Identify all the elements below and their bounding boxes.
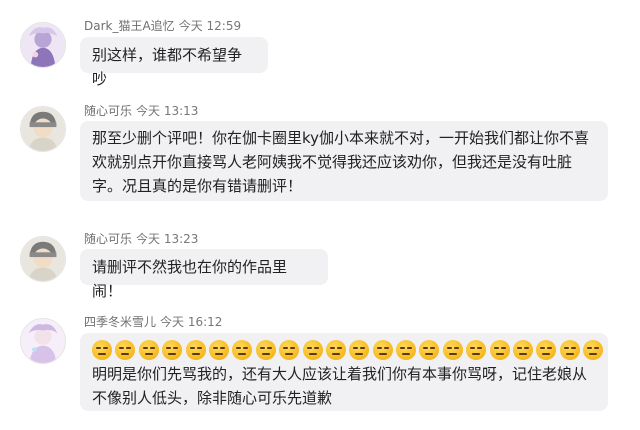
sender-name[interactable]: 四季冬米雪儿 bbox=[84, 315, 156, 329]
avatar[interactable] bbox=[20, 22, 66, 68]
sender-name[interactable]: 随心可乐 bbox=[84, 232, 132, 246]
message-line: 明明是你们先骂我的，还有大人应该让着我们你有本事你骂呀，记住老娘从 bbox=[92, 365, 588, 383]
comment-meta: 随心可乐 今天 13:23 bbox=[84, 230, 198, 247]
unamused-face-emoji bbox=[92, 340, 112, 360]
unamused-face-emoji bbox=[255, 340, 276, 360]
sender-name[interactable]: Dark_猫王A追忆 bbox=[84, 19, 175, 33]
unamused-face-emoji bbox=[349, 340, 370, 360]
timestamp: 今天 13:13 bbox=[136, 104, 199, 118]
unamused-face-emoji bbox=[162, 340, 183, 360]
unamused-face-emoji bbox=[302, 340, 323, 360]
emoji-row bbox=[92, 338, 604, 362]
unamused-face-emoji bbox=[396, 340, 417, 360]
sender-name[interactable]: 随心可乐 bbox=[84, 104, 132, 118]
unamused-face-emoji bbox=[185, 340, 206, 360]
unamused-face-emoji bbox=[513, 340, 534, 360]
unamused-face-emoji bbox=[232, 340, 253, 360]
timestamp: 今天 12:59 bbox=[178, 19, 242, 33]
message-line: 不像别人低头，除非随心可乐先道歉 bbox=[92, 389, 333, 407]
unamused-face-emoji bbox=[208, 340, 229, 360]
unamused-face-emoji bbox=[138, 340, 159, 360]
timestamp: 今天 13:23 bbox=[136, 232, 199, 246]
unamused-face-emoji bbox=[279, 340, 300, 360]
unamused-face-emoji bbox=[583, 340, 604, 360]
avatar[interactable] bbox=[20, 236, 66, 282]
unamused-face-emoji bbox=[466, 340, 487, 360]
unamused-face-emoji bbox=[536, 340, 557, 360]
message-bubble: 那至少删个评吧！你在伽卡圈里ky伽小本来就不对，一开始我们都让你不喜 欢就别点开… bbox=[80, 121, 608, 201]
comment-meta: Dark_猫王A追忆 今天 12:59 bbox=[84, 17, 241, 34]
avatar[interactable] bbox=[20, 318, 66, 364]
message-bubble: 别这样，谁都不希望争吵 bbox=[80, 37, 268, 88]
unamused-face-emoji bbox=[442, 340, 463, 360]
message-line: 别这样，谁都不希望争吵 bbox=[92, 46, 243, 88]
unamused-face-emoji bbox=[115, 340, 136, 360]
message-line: 那至少删个评吧！你在伽卡圈里ky伽小本来就不对，一开始我们都让你不喜 bbox=[92, 129, 590, 147]
comment-meta: 四季冬米雪儿 今天 16:12 bbox=[84, 313, 222, 330]
message-line: 欢就别点开你直接骂人老阿姨我不觉得我还应该劝你，但我还是没有吐脏 bbox=[92, 153, 573, 171]
unamused-face-emoji bbox=[489, 340, 510, 360]
timestamp: 今天 16:12 bbox=[160, 315, 223, 329]
message-bubble: 明明是你们先骂我的，还有大人应该让着我们你有本事你骂呀，记住老娘从 不像别人低头… bbox=[80, 333, 608, 411]
avatar[interactable] bbox=[20, 106, 66, 152]
message-line: 请删评不然我也在你的作品里闹！ bbox=[92, 258, 288, 300]
message-line: 字。况且真的是你有错请删评！ bbox=[92, 177, 303, 195]
unamused-face-emoji bbox=[559, 340, 580, 360]
message-bubble: 请删评不然我也在你的作品里闹！ bbox=[80, 249, 328, 300]
unamused-face-emoji bbox=[419, 340, 440, 360]
unamused-face-emoji bbox=[325, 340, 346, 360]
unamused-face-emoji bbox=[372, 340, 393, 360]
comment-meta: 随心可乐 今天 13:13 bbox=[84, 102, 198, 119]
